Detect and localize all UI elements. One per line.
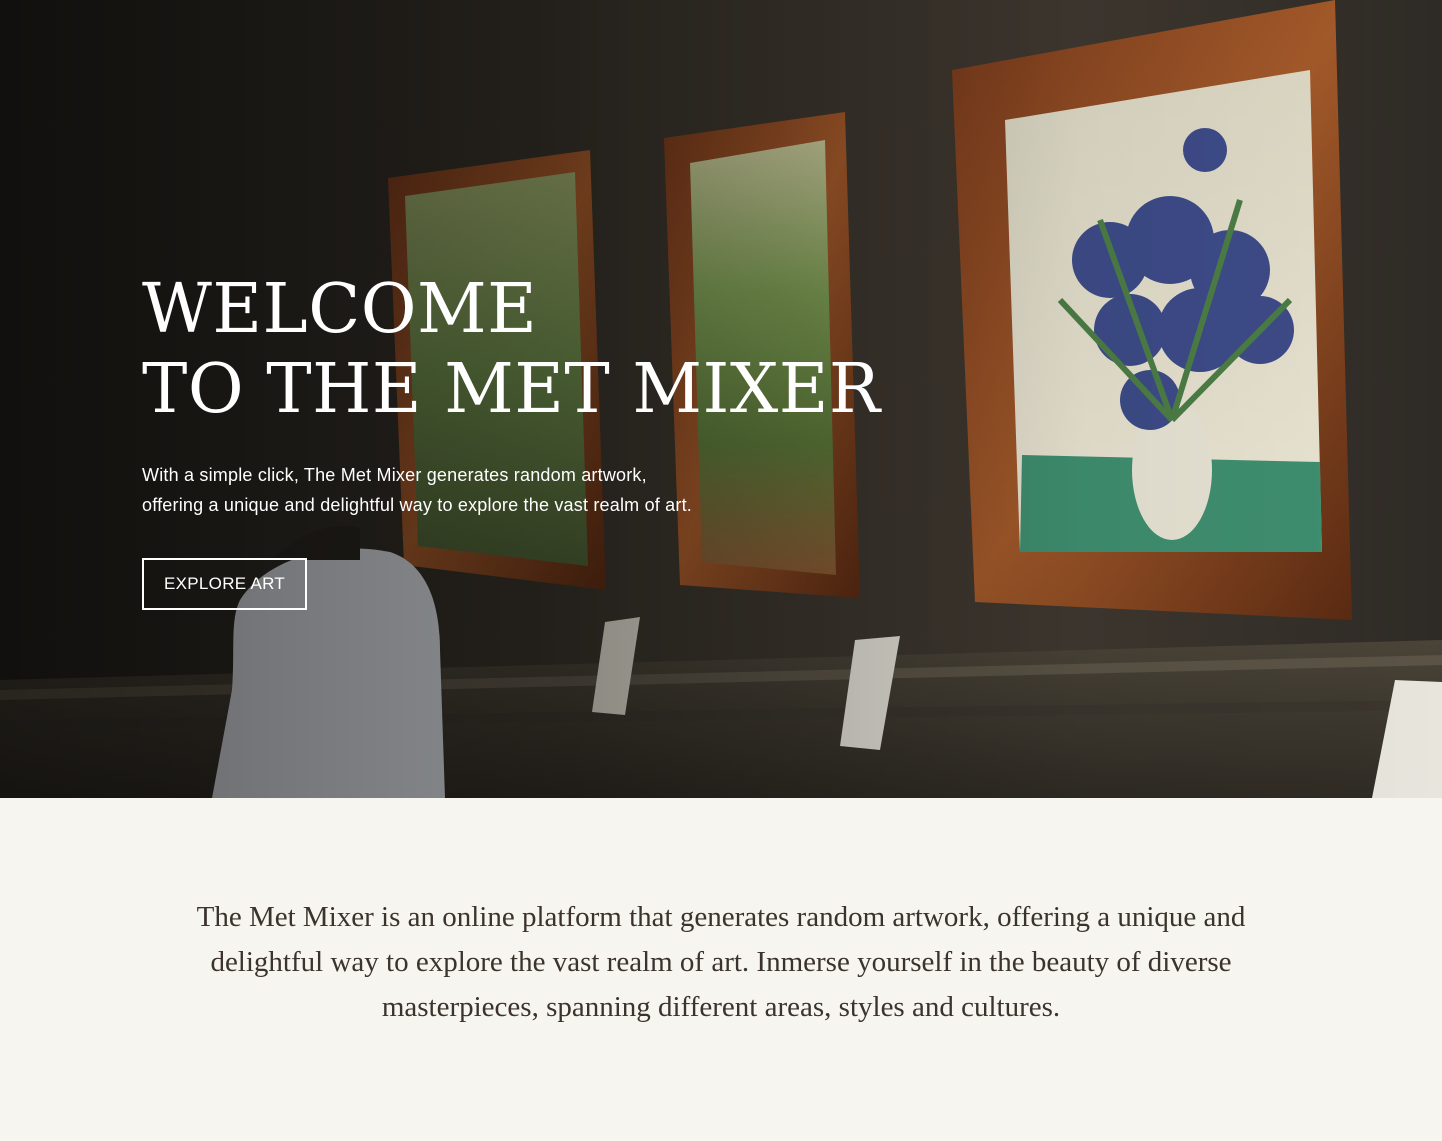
hero-title-line1: WELCOME [142, 270, 538, 349]
hero-section: WELCOME TO THE MET MIXER With a simple c… [0, 0, 1442, 798]
hero-subtitle-line2: offering a unique and delightful way to … [142, 495, 692, 515]
hero-subtitle-line1: With a simple click, The Met Mixer gener… [142, 465, 647, 485]
hero-subtitle: With a simple click, The Met Mixer gener… [142, 460, 822, 520]
hero-content: WELCOME TO THE MET MIXER With a simple c… [142, 270, 1042, 610]
about-description: The Met Mixer is an online platform that… [196, 901, 1246, 1023]
hero-title-line2: TO THE MET MIXER [142, 350, 881, 429]
hero-title: WELCOME TO THE MET MIXER [142, 270, 1042, 430]
about-section: The Met Mixer is an online platform that… [0, 798, 1442, 1141]
explore-art-button[interactable]: EXPLORE ART [142, 558, 308, 610]
